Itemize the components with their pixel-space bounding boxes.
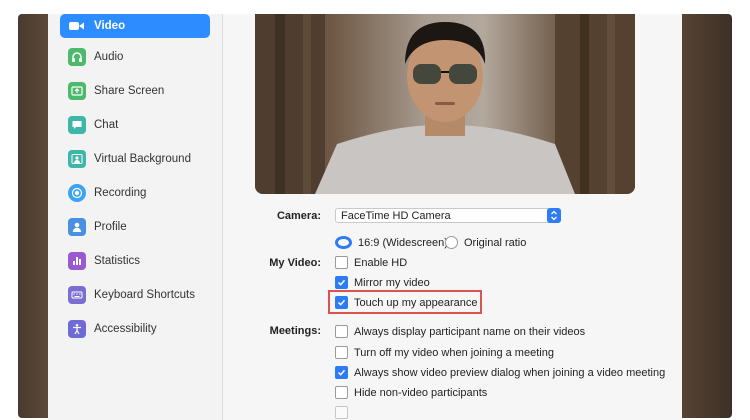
sidebar-item-label: Keyboard Shortcuts <box>94 289 196 301</box>
hide-non-video-checkbox[interactable]: Hide non-video participants <box>335 386 487 399</box>
chat-icon <box>68 116 86 134</box>
enable-hd-label: Enable HD <box>354 256 408 269</box>
checkbox-checked-icon <box>335 296 348 309</box>
sidebar-item-profile[interactable]: Profile <box>60 215 210 239</box>
checkbox-checked-icon <box>335 366 348 379</box>
mirror-video-checkbox[interactable]: Mirror my video <box>335 276 430 289</box>
always-show-preview-label: Always show video preview dialog when jo… <box>354 366 666 379</box>
sidebar-item-virtual-background[interactable]: Virtual Background <box>60 147 210 171</box>
touch-up-appearance-label: Touch up my appearance <box>354 296 478 309</box>
checkbox-unchecked-icon <box>335 325 348 338</box>
sidebar-item-share-screen[interactable]: Share Screen <box>60 79 210 103</box>
sidebar-item-chat[interactable]: Chat <box>60 113 210 137</box>
turn-off-video-label: Turn off my video when joining a meeting <box>354 346 554 359</box>
sidebar-item-label: Video <box>94 20 126 32</box>
select-arrows-icon <box>547 208 561 223</box>
sidebar-item-video[interactable]: Video <box>60 14 210 38</box>
sidebar-item-label: Statistics <box>94 255 141 267</box>
video-settings-panel: Camera: FaceTime HD Camera 16:9 (Widescr… <box>223 14 682 420</box>
settings-sidebar: Video Audio Share Screen Chat Virtual Ba <box>48 14 223 420</box>
checkbox-checked-icon <box>335 276 348 289</box>
profile-icon <box>68 218 86 236</box>
turn-off-video-checkbox[interactable]: Turn off my video when joining a meeting <box>335 346 554 359</box>
sidebar-item-label: Share Screen <box>94 85 165 97</box>
checkbox-unchecked-icon <box>335 346 348 359</box>
meetings-label: Meetings: <box>269 325 321 337</box>
ratio-original-label: Original ratio <box>464 236 527 249</box>
sidebar-item-accessibility[interactable]: Accessibility <box>60 317 210 341</box>
camera-select[interactable]: FaceTime HD Camera <box>335 208 561 223</box>
record-icon <box>68 184 86 202</box>
enable-hd-checkbox[interactable]: Enable HD <box>335 256 407 269</box>
my-video-label: My Video: <box>269 257 321 269</box>
accessibility-icon <box>68 320 86 338</box>
partially-visible-checkbox[interactable] <box>335 406 354 419</box>
camera-preview-person-image <box>255 14 635 194</box>
share-screen-icon <box>68 82 86 100</box>
always-display-name-checkbox[interactable]: Always display participant name on their… <box>335 325 585 338</box>
sidebar-item-label: Audio <box>94 51 124 63</box>
touch-up-appearance-checkbox[interactable]: Touch up my appearance <box>335 296 478 309</box>
statistics-icon <box>68 252 86 270</box>
sidebar-item-keyboard-shortcuts[interactable]: Keyboard Shortcuts <box>60 283 210 307</box>
sidebar-item-audio[interactable]: Audio <box>60 45 210 69</box>
headphones-icon <box>68 48 86 66</box>
sidebar-item-statistics[interactable]: Statistics <box>60 249 210 273</box>
always-show-preview-checkbox[interactable]: Always show video preview dialog when jo… <box>335 366 665 379</box>
radio-unselected-icon <box>445 236 458 249</box>
ratio-original-option[interactable]: Original ratio <box>445 236 526 249</box>
checkbox-unchecked-icon <box>335 386 348 399</box>
ratio-widescreen-label: 16:9 (Widescreen) <box>358 236 448 249</box>
sidebar-item-recording[interactable]: Recording <box>60 181 210 205</box>
checkbox-unchecked-icon <box>335 406 348 419</box>
checkbox-unchecked-icon <box>335 256 348 269</box>
radio-selected-icon <box>335 236 352 249</box>
sidebar-item-label: Chat <box>94 119 119 131</box>
sidebar-item-label: Recording <box>94 187 147 199</box>
sidebar-item-label: Profile <box>94 221 127 233</box>
always-display-name-label: Always display participant name on their… <box>354 325 586 338</box>
camera-label: Camera: <box>276 210 321 222</box>
camera-preview <box>255 14 635 194</box>
keyboard-icon <box>68 286 86 304</box>
camera-select-value: FaceTime HD Camera <box>341 209 451 222</box>
video-camera-icon <box>68 17 86 35</box>
sidebar-item-label: Virtual Background <box>94 153 191 165</box>
mirror-video-label: Mirror my video <box>354 276 430 289</box>
sidebar-item-label: Accessibility <box>94 323 157 335</box>
hide-non-video-label: Hide non-video participants <box>354 386 488 399</box>
person-background-icon <box>68 150 86 168</box>
settings-window: Video Audio Share Screen Chat Virtual Ba <box>48 14 682 420</box>
ratio-widescreen-option[interactable]: 16:9 (Widescreen) <box>335 236 448 249</box>
